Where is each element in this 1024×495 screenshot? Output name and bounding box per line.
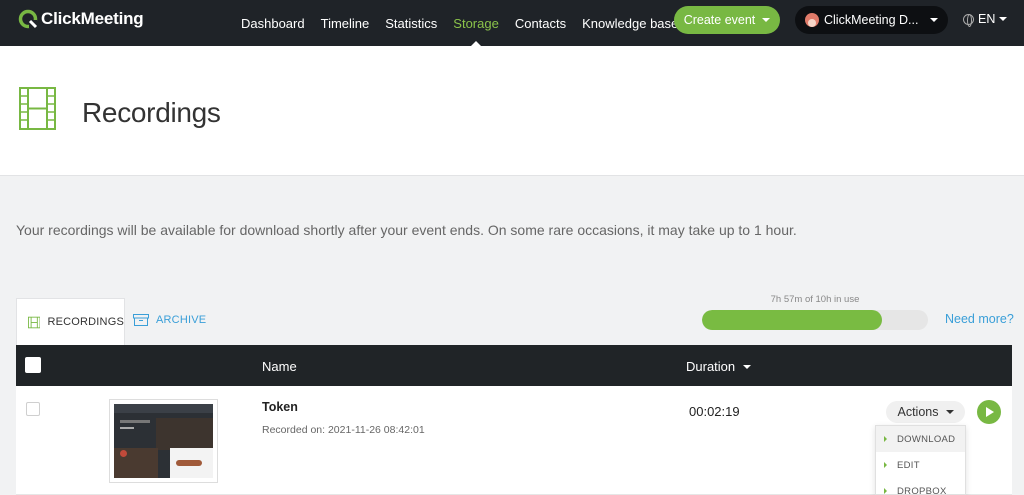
- nav-contacts[interactable]: Contacts: [515, 0, 566, 46]
- top-nav: ClickMeeting Dashboard Timeline Statisti…: [0, 0, 1024, 46]
- storage-usage-bar: [702, 310, 928, 330]
- page-header: Recordings: [0, 46, 1024, 176]
- menu-item-download[interactable]: DOWNLOAD: [876, 426, 965, 452]
- column-duration-label: Duration: [686, 359, 736, 374]
- actions-button[interactable]: Actions: [886, 401, 965, 423]
- language-selector[interactable]: EN: [963, 12, 1008, 27]
- recording-date: Recorded on: 2021-11-26 08:42:01: [262, 424, 425, 436]
- column-name[interactable]: Name: [262, 359, 297, 374]
- nav-statistics[interactable]: Statistics: [385, 0, 437, 46]
- account-menu[interactable]: ClickMeeting D...: [795, 6, 948, 34]
- table-row: Token Recorded on: 2021-11-26 08:42:01 0…: [16, 386, 1012, 495]
- archive-box-icon: [133, 314, 149, 326]
- chevron-down-icon: [945, 410, 954, 414]
- storage-usage-fill: [702, 310, 882, 330]
- language-label: EN: [978, 12, 996, 26]
- caret-right-icon: [884, 462, 887, 468]
- chevron-down-icon: [930, 18, 938, 22]
- clickmeeting-logo[interactable]: ClickMeeting: [18, 9, 144, 29]
- nav-storage[interactable]: Storage: [453, 0, 499, 46]
- logo-text: ClickMeeting: [41, 9, 144, 28]
- create-event-button[interactable]: Create event: [674, 6, 780, 34]
- need-more-link[interactable]: Need more?: [945, 312, 1014, 326]
- thumbnail-image: [114, 404, 213, 478]
- chevron-down-icon: [999, 17, 1008, 21]
- main-menu: Dashboard Timeline Statistics Storage Co…: [233, 0, 686, 46]
- menu-item-download-label: DOWNLOAD: [897, 433, 956, 445]
- logo-icon: [18, 9, 38, 29]
- recording-name[interactable]: Token: [262, 400, 298, 414]
- tab-recordings-label: RECORDINGS: [47, 316, 124, 328]
- actions-dropdown: DOWNLOAD EDIT DROPBOX: [875, 425, 966, 495]
- play-icon[interactable]: [977, 400, 1001, 424]
- actions-label: Actions: [897, 405, 939, 419]
- row-checkbox[interactable]: [26, 402, 40, 416]
- tab-archive-label: ARCHIVE: [156, 314, 207, 326]
- nav-timeline[interactable]: Timeline: [321, 0, 370, 46]
- select-all-checkbox[interactable]: [25, 357, 41, 373]
- tab-archive[interactable]: ARCHIVE: [133, 314, 206, 326]
- create-event-label: Create event: [683, 13, 756, 27]
- table-header: Name Duration: [16, 345, 1012, 386]
- sort-caret-icon: [743, 364, 752, 369]
- chevron-down-icon: [762, 18, 771, 22]
- page-title: Recordings: [82, 97, 221, 128]
- menu-item-dropbox[interactable]: DROPBOX: [876, 478, 965, 495]
- info-message: Your recordings will be available for do…: [16, 222, 797, 238]
- menu-item-dropbox-label: DROPBOX: [897, 485, 947, 495]
- caret-right-icon: [884, 488, 887, 494]
- recording-thumbnail[interactable]: [109, 399, 218, 483]
- film-icon: [19, 87, 56, 130]
- storage-usage-text: 7h 57m of 10h in use: [770, 294, 860, 305]
- menu-item-edit-label: EDIT: [897, 459, 920, 471]
- film-icon: [28, 316, 41, 328]
- recording-duration: 00:02:19: [689, 404, 740, 419]
- menu-item-edit[interactable]: EDIT: [876, 452, 965, 478]
- column-duration[interactable]: Duration: [686, 359, 752, 374]
- tab-recordings[interactable]: RECORDINGS: [16, 298, 125, 345]
- nav-knowledge-base[interactable]: Knowledge base: [582, 0, 678, 46]
- caret-right-icon: [884, 436, 887, 442]
- globe-icon: [963, 13, 974, 27]
- nav-dashboard[interactable]: Dashboard: [241, 0, 305, 46]
- account-name: ClickMeeting D...: [824, 13, 919, 27]
- avatar: [805, 13, 819, 27]
